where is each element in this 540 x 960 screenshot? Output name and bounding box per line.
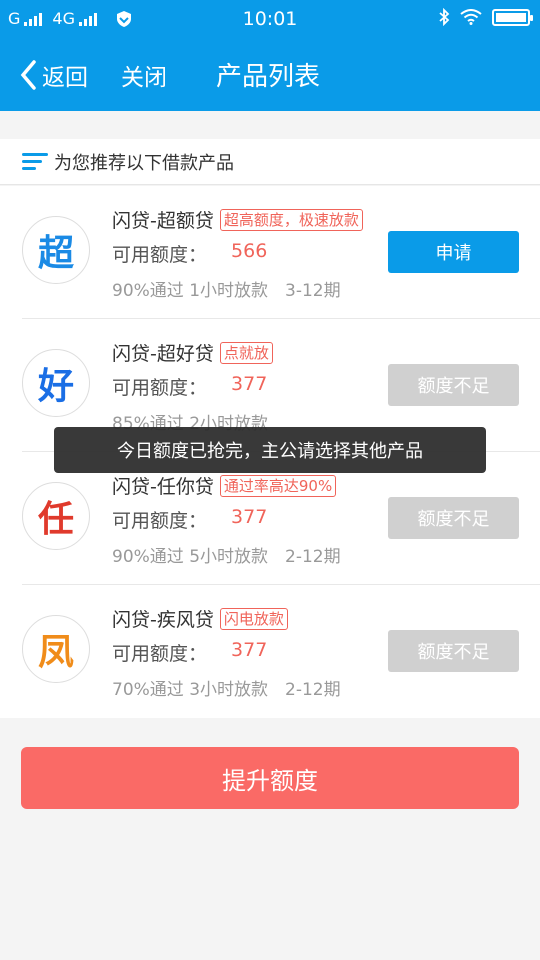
product-tag: 点就放 <box>219 341 273 364</box>
battery-icon <box>492 8 533 26</box>
quota-line: 可用额度： 377 <box>112 639 267 666</box>
nav-bar: 返回 关闭 产品列表 <box>0 38 540 111</box>
product-meta: 70%通过 3小时放款 2-12期 <box>112 680 341 700</box>
back-label: 返回 <box>42 65 88 91</box>
product-logo: 凤 <box>22 615 90 683</box>
recommend-header: 为您推荐以下借款产品 <box>0 139 540 185</box>
status-bar: G 4G 10:01 <box>0 0 540 38</box>
status-right <box>438 8 533 26</box>
bluetooth-icon <box>439 8 450 26</box>
product-name-line: 闪贷-超好贷 点就放 <box>112 339 273 366</box>
product-tag: 超高额度，极速放款 <box>219 208 363 231</box>
insufficient-quota-button[interactable]: 额度不足 <box>388 630 519 672</box>
chevron-left-icon <box>20 60 36 90</box>
apply-button[interactable]: 申请 <box>388 231 519 273</box>
insufficient-quota-button[interactable]: 额度不足 <box>388 497 519 539</box>
product-meta: 90%通过 1小时放款 3-12期 <box>112 281 341 301</box>
product-tag: 通过率高达90% <box>219 474 337 497</box>
quota-value: 377 <box>231 373 268 395</box>
recommend-title: 为您推荐以下借款产品 <box>54 152 234 174</box>
wifi-icon <box>460 9 482 25</box>
product-name: 闪贷-任你贷 <box>112 476 214 498</box>
list-item: 凤 闪贷-疾风贷 闪电放款 可用额度： 377 70%通过 3小时放款 2-12… <box>22 585 540 718</box>
product-logo: 好 <box>22 349 90 417</box>
quota-label: 可用额度： <box>112 643 208 665</box>
product-name-line: 闪贷-超额贷 超高额度，极速放款 <box>112 206 363 233</box>
product-name: 闪贷-超额贷 <box>112 210 214 232</box>
list-item: 超 闪贷-超额贷 超高额度，极速放款 可用额度： 566 90%通过 1小时放款… <box>22 186 540 319</box>
quota-label: 可用额度： <box>112 510 208 532</box>
product-tag: 闪电放款 <box>219 607 288 630</box>
product-logo: 超 <box>22 216 90 284</box>
quota-label: 可用额度： <box>112 377 208 399</box>
page-title: 产品列表 <box>216 62 321 92</box>
quota-line: 可用额度： 566 <box>112 240 267 267</box>
quota-value: 377 <box>231 506 268 528</box>
insufficient-quota-button[interactable]: 额度不足 <box>388 364 519 406</box>
quota-value: 566 <box>231 240 268 262</box>
quota-value: 377 <box>231 639 268 661</box>
close-button[interactable]: 关闭 <box>121 58 167 92</box>
list-icon <box>22 153 48 170</box>
raise-quota-button[interactable]: 提升额度 <box>21 747 519 809</box>
toast-message: 今日额度已抢完，主公请选择其他产品 <box>54 427 486 473</box>
quota-label: 可用额度： <box>112 244 208 266</box>
product-name-line: 闪贷-任你贷 通过率高达90% <box>112 472 337 499</box>
product-name: 闪贷-超好贷 <box>112 343 214 365</box>
product-meta: 90%通过 5小时放款 2-12期 <box>112 547 341 567</box>
product-name-line: 闪贷-疾风贷 闪电放款 <box>112 605 288 632</box>
quota-line: 可用额度： 377 <box>112 373 267 400</box>
top-bar: G 4G 10:01 返回 关闭 产品列表 <box>0 0 540 111</box>
product-logo: 任 <box>22 482 90 550</box>
product-name: 闪贷-疾风贷 <box>112 609 214 631</box>
quota-line: 可用额度： 377 <box>112 506 267 533</box>
back-button[interactable]: 返回 <box>20 58 88 92</box>
